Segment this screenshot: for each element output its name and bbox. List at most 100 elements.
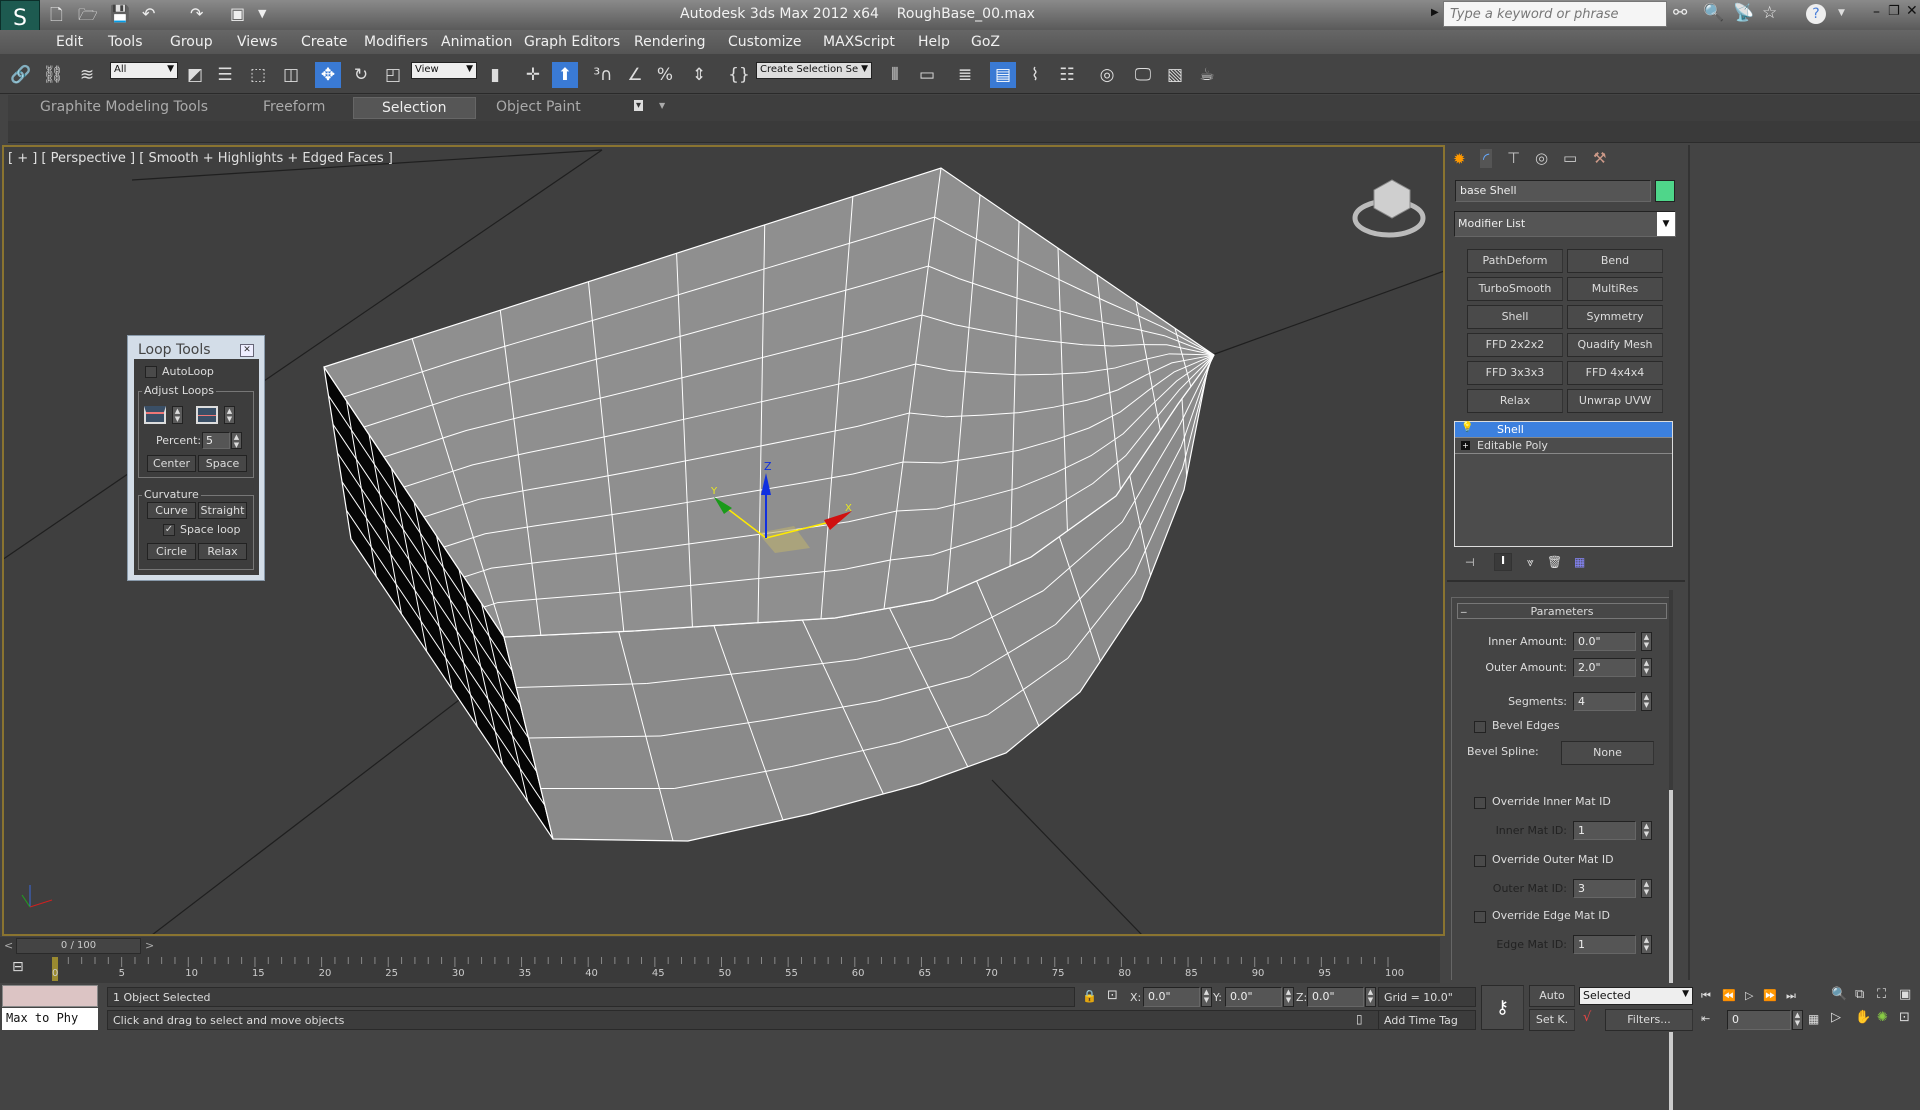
align-icon[interactable]: ▭ — [914, 62, 940, 88]
zoom-extents-icon[interactable]: ⛶ — [1877, 987, 1886, 1002]
tab-freeform[interactable]: Freeform — [263, 99, 325, 115]
percent-snap-icon[interactable]: % — [652, 62, 678, 88]
maxscript-input[interactable]: Max to Phy — [2, 1008, 98, 1030]
time-tag-icon[interactable]: ▯ — [1356, 1012, 1363, 1026]
z-spinner[interactable]: ▲ ▼ — [1365, 987, 1376, 1007]
modifier-button-symmetry[interactable]: Symmetry — [1567, 305, 1663, 329]
set-key-button[interactable]: Set K. — [1529, 1009, 1575, 1031]
display-tab-icon[interactable]: ▭ — [1563, 149, 1577, 167]
help-icon[interactable]: ? — [1806, 4, 1826, 24]
add-time-tag-button[interactable]: Add Time Tag — [1378, 1010, 1476, 1030]
curve-editor-icon[interactable]: ⌇ — [1022, 62, 1048, 88]
key-filter-dropdown[interactable]: Selected — [1579, 987, 1693, 1005]
track-bar[interactable]: ⊟ 0 5 10 15 20 25 30 35 40 45 50 55 60 65 70 75 80 85 90 95… — [0, 955, 1440, 983]
select-and-rotate-icon[interactable]: ↻ — [348, 62, 374, 88]
select-and-move-icon[interactable]: ✥ — [315, 62, 341, 88]
collapse-search-icon[interactable]: ▶ — [1431, 7, 1439, 18]
outer-amount-spinner[interactable]: ▲ ▼ — [1641, 658, 1652, 677]
rectangle-selection-icon[interactable]: ⬚ — [245, 62, 271, 88]
inner-mat-id-spinner[interactable]: ▲ ▼ — [1641, 821, 1652, 840]
create-tab-icon[interactable]: ✹ — [1453, 150, 1466, 168]
modify-tab-icon[interactable]: ◜ — [1480, 149, 1493, 168]
menu-create[interactable]: Create — [301, 34, 348, 50]
outer-mat-id-input[interactable]: 3 — [1573, 879, 1636, 898]
auto-key-button[interactable]: Auto — [1529, 985, 1575, 1007]
field-of-view-icon[interactable]: ▷ — [1831, 1010, 1841, 1025]
modifier-button-ffd-3x3x3[interactable]: FFD 3x3x3 — [1467, 361, 1563, 385]
selection-lock-icon[interactable]: 🔒 — [1082, 989, 1097, 1003]
z-coordinate-input[interactable]: 0.0" — [1307, 987, 1364, 1007]
rendered-frame-window-icon[interactable]: ▧ — [1162, 62, 1188, 88]
select-by-name-icon[interactable]: ☰ — [212, 62, 238, 88]
link-icon[interactable]: 🔗 — [8, 62, 34, 88]
override-edge-mat-id-checkbox[interactable] — [1474, 911, 1486, 923]
time-configuration-icon[interactable]: ▦ — [1808, 1012, 1819, 1026]
menu-group[interactable]: Group — [170, 34, 213, 50]
menu-animation[interactable]: Animation — [441, 34, 512, 50]
bind-space-warp-icon[interactable]: ≋ — [74, 62, 100, 88]
segments-input[interactable]: 4 — [1573, 692, 1636, 711]
menu-tools[interactable]: Tools — [108, 34, 143, 50]
bevel-edges-checkbox[interactable] — [1474, 721, 1486, 733]
modifier-button-quadify-mesh[interactable]: Quadify Mesh — [1567, 333, 1663, 357]
outer-amount-input[interactable]: 2.0" — [1573, 658, 1636, 677]
named-selection-sets-dropdown[interactable]: Create Selection Se — [756, 62, 872, 79]
previous-frame-icon[interactable]: < — [4, 939, 13, 952]
bevel-spline-button[interactable]: None — [1561, 741, 1654, 765]
chevron-down-icon[interactable]: ▼ — [1657, 212, 1675, 236]
pin-stack-icon[interactable]: ⊣ — [1465, 556, 1475, 569]
modifier-button-unwrap-uvw[interactable]: Unwrap UVW — [1567, 389, 1663, 413]
menu-modifiers[interactable]: Modifiers — [364, 34, 428, 50]
help-dropdown-icon[interactable]: ▼ — [1838, 8, 1845, 18]
modifier-button-turbosmooth[interactable]: TurboSmooth — [1467, 277, 1563, 301]
zoom-icon[interactable]: 🔍 — [1831, 987, 1847, 1002]
scene-explorer-icon[interactable]: ≣ — [952, 62, 978, 88]
tab-graphite-modeling-tools[interactable]: Graphite Modeling Tools — [40, 99, 208, 115]
selection-filter-dropdown[interactable]: All — [110, 62, 178, 79]
unlink-icon[interactable]: ⛓ — [40, 62, 66, 88]
key-search-icon[interactable]: 🔍 — [1703, 3, 1724, 23]
make-unique-icon[interactable]: ⩔ — [1527, 555, 1534, 570]
modifier-button-shell[interactable]: Shell — [1467, 305, 1563, 329]
maxscript-listener-mini[interactable] — [2, 985, 98, 1007]
mirror-icon[interactable]: ⫴ — [882, 62, 908, 88]
close-icon[interactable]: ✕ — [1906, 3, 1918, 19]
panel-scrollbar[interactable] — [1669, 590, 1673, 1110]
undo-icon[interactable]: ↶ — [142, 4, 155, 23]
menu-graph-editors[interactable]: Graph Editors — [524, 34, 620, 50]
expand-plus-icon[interactable]: + — [1461, 441, 1470, 450]
manipulate-icon[interactable]: ✛ — [520, 62, 546, 88]
modifier-button-multires[interactable]: MultiRes — [1567, 277, 1663, 301]
window-crossing-icon[interactable]: ◫ — [278, 62, 304, 88]
zoom-extents-all-icon[interactable]: ▣ — [1899, 987, 1911, 1002]
y-spinner[interactable]: ▲ ▼ — [1283, 987, 1294, 1007]
ribbon-options-icon[interactable]: ▾ — [634, 100, 644, 111]
loop-grow-spinner[interactable]: ▲ ▼ — [224, 406, 235, 424]
circle-button[interactable]: Circle — [147, 543, 196, 560]
menu-customize[interactable]: Customize — [728, 34, 802, 50]
y-coordinate-input[interactable]: 0.0" — [1225, 987, 1282, 1007]
curve-button[interactable]: Curve — [147, 502, 196, 519]
close-icon[interactable]: ✕ — [240, 344, 254, 357]
play-icon[interactable]: ▷ — [1745, 989, 1753, 1002]
autoloop-checkbox[interactable] — [145, 366, 157, 378]
modifier-button-pathdeform-wsm[interactable]: PathDeform (WSM) — [1467, 249, 1563, 289]
go-to-end-icon[interactable]: ⏭ — [1786, 989, 1796, 1003]
key-tangent-icon[interactable]: √ — [1583, 1010, 1591, 1025]
object-name-input[interactable]: base Shell — [1455, 180, 1651, 202]
set-key-icon[interactable]: ⚷ — [1481, 985, 1524, 1030]
inner-mat-id-input[interactable]: 1 — [1573, 821, 1636, 840]
project-folder-icon[interactable]: ▣ — [230, 4, 245, 23]
material-editor-icon[interactable]: ◎ — [1094, 62, 1120, 88]
viewport-label-menu[interactable]: [ + ] [ Perspective ] [ Smooth + Highlig… — [8, 151, 393, 166]
loop-grow-button[interactable] — [196, 406, 218, 424]
absolute-mode-icon[interactable]: ⊡ — [1107, 988, 1118, 1003]
center-button[interactable]: Center — [147, 455, 196, 472]
loop-shrink-spinner[interactable]: ▲ ▼ — [172, 406, 183, 424]
select-object-icon[interactable]: ◩ — [182, 62, 208, 88]
time-slider[interactable]: < 0 / 100 > — [0, 937, 1440, 955]
edit-named-selection-icon[interactable]: {} — [726, 62, 752, 88]
stack-item-shell[interactable]: 💡 Shell — [1455, 422, 1672, 438]
angle-snap-icon[interactable]: ∠ — [622, 62, 648, 88]
search-input[interactable]: Type a keyword or phrase — [1443, 1, 1667, 27]
